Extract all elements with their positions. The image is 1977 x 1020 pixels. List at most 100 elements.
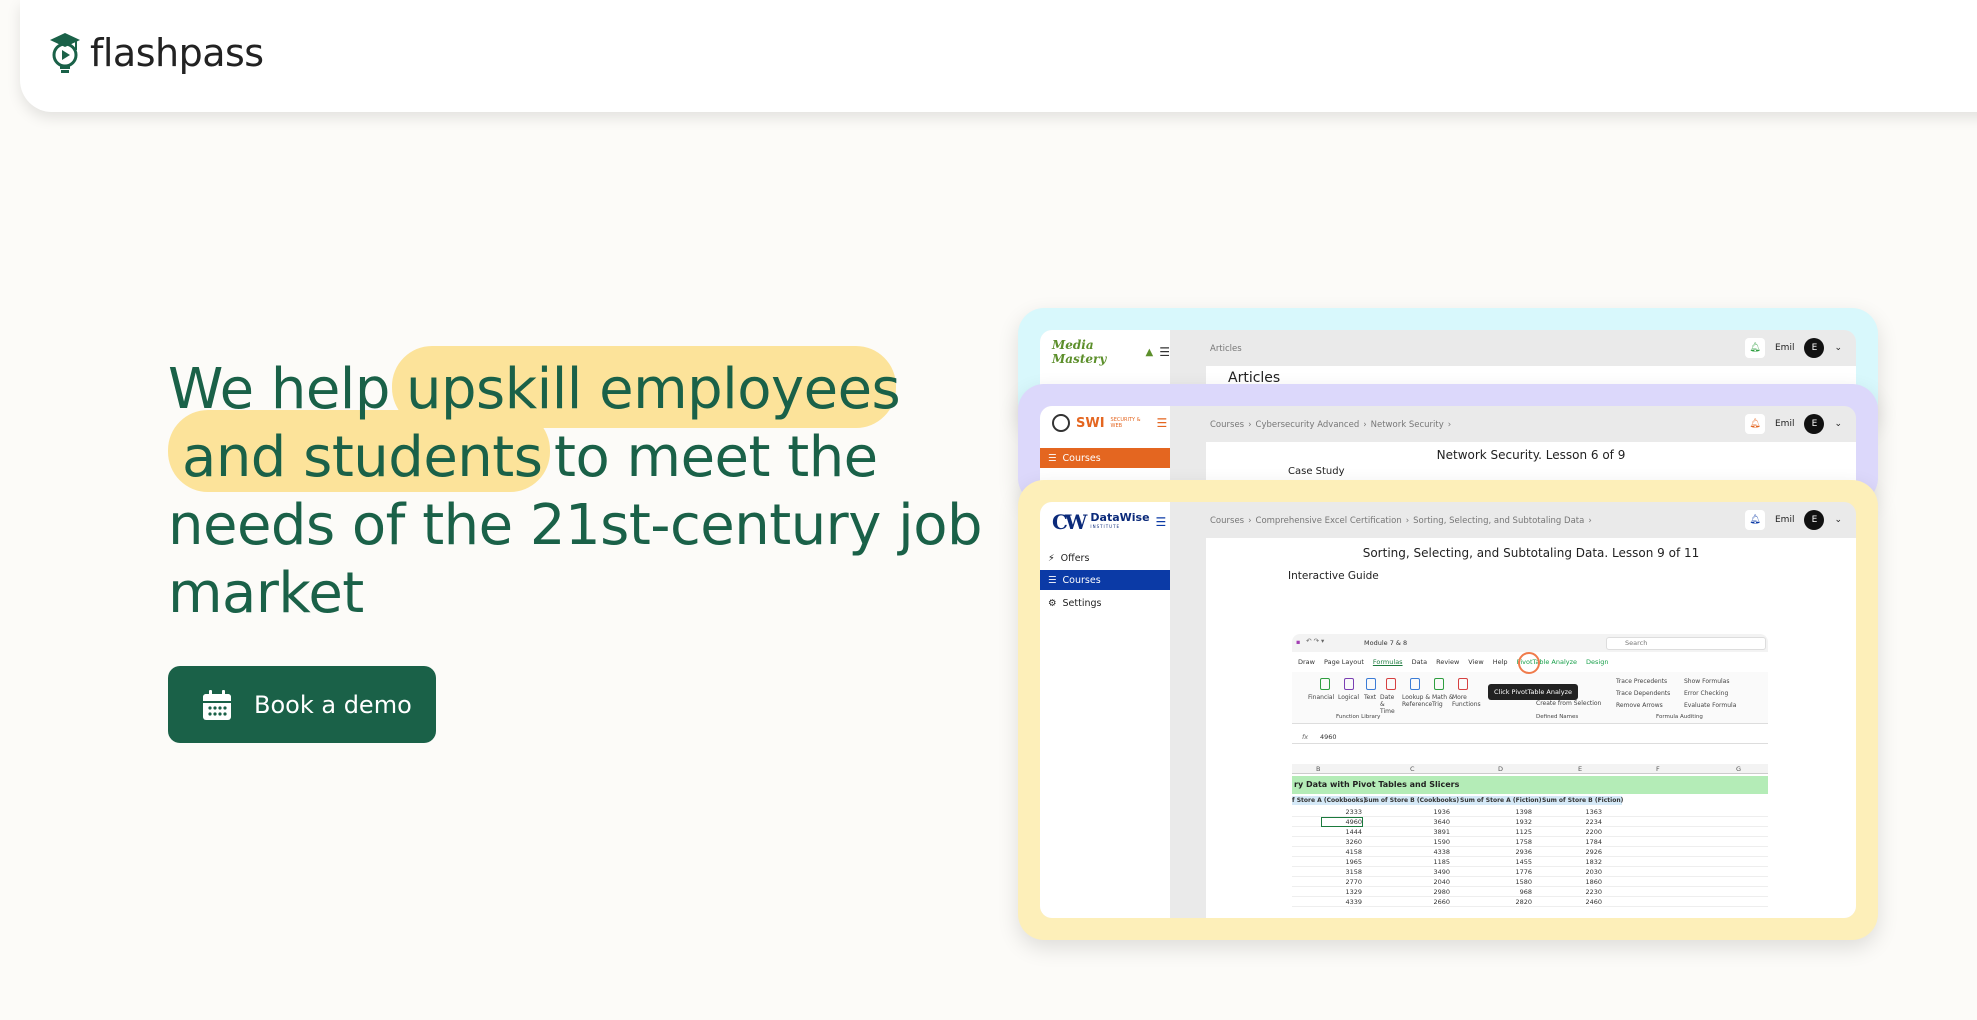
menu-icon[interactable]: ☰ xyxy=(1157,416,1168,430)
table-row: 2333 1936 1398 1363 xyxy=(1292,807,1768,817)
ribbon-tab[interactable]: Help xyxy=(1493,658,1508,666)
sidebar-item-offers[interactable]: ⚡︎ Offers xyxy=(1040,548,1170,568)
table-cell[interactable]: 3891 xyxy=(1410,828,1450,836)
table-cell[interactable]: 4158 xyxy=(1322,848,1362,856)
table-cell[interactable]: 1965 xyxy=(1322,858,1362,866)
sidebar-item-courses[interactable]: ☰ Courses xyxy=(1040,448,1170,468)
table-row: 4960 3640 1932 2234 xyxy=(1292,817,1768,827)
bell-icon[interactable]: 🔔︎ xyxy=(1744,338,1765,358)
chevron-down-icon[interactable]: ⌄ xyxy=(1834,343,1842,353)
preview-card-datawise: CW DataWise INSTITUTE ☰ ⚡︎ Offers ☰ Cour… xyxy=(1018,480,1878,940)
ribbon-tab[interactable]: Draw xyxy=(1298,658,1315,666)
book-demo-label: Book a demo xyxy=(254,690,412,719)
logical-icon xyxy=(1344,678,1354,690)
gear-icon: ⚙︎ xyxy=(1048,597,1057,609)
table-cell[interactable]: 2980 xyxy=(1410,888,1450,896)
table-cell[interactable]: 1860 xyxy=(1562,878,1602,886)
sidebar-item-courses[interactable]: ☰ Courses xyxy=(1040,570,1170,590)
table-cell[interactable]: 1580 xyxy=(1492,878,1532,886)
table-cell[interactable]: 1363 xyxy=(1562,808,1602,816)
ribbon-tab-formulas[interactable]: Formulas xyxy=(1373,658,1403,666)
table-cell[interactable]: 2230 xyxy=(1562,888,1602,896)
table-cell[interactable]: 1832 xyxy=(1562,858,1602,866)
sheet-title: ry Data with Pivot Tables and Slicers xyxy=(1292,776,1768,794)
table-cell[interactable]: 2030 xyxy=(1562,868,1602,876)
click-highlight-ring xyxy=(1518,652,1540,674)
headline-text: to meet the xyxy=(554,425,878,490)
chevron-down-icon[interactable]: ⌄ xyxy=(1834,515,1842,525)
calendar-icon xyxy=(203,689,231,720)
table-cell[interactable]: 4339 xyxy=(1322,898,1362,906)
table-cell[interactable]: 2660 xyxy=(1410,898,1450,906)
table-cell[interactable]: 1758 xyxy=(1492,838,1532,846)
table-cell[interactable]: 1784 xyxy=(1562,838,1602,846)
table-cell[interactable]: 1444 xyxy=(1322,828,1362,836)
ribbon-tab[interactable]: Page Layout xyxy=(1324,658,1364,666)
headline-text: needs of the 21st-century job xyxy=(168,493,983,558)
table-cell[interactable]: 2040 xyxy=(1410,878,1450,886)
table-cell[interactable]: 2333 xyxy=(1322,808,1362,816)
flashpass-logo[interactable]: flashpass xyxy=(46,30,264,76)
table-row: 4158 4338 2936 2926 xyxy=(1292,847,1768,857)
table-cell[interactable]: 2926 xyxy=(1562,848,1602,856)
headline-text: We help xyxy=(168,357,390,422)
sidebar: CW DataWise INSTITUTE ☰ ⚡︎ Offers ☰ Cour… xyxy=(1040,502,1170,918)
chevron-down-icon[interactable]: ⌄ xyxy=(1834,419,1842,429)
bell-icon[interactable]: 🔔︎ xyxy=(1744,414,1765,434)
ribbon-tab[interactable]: Review xyxy=(1436,658,1459,666)
menu-icon[interactable]: ☰ xyxy=(1159,345,1170,359)
ribbon-tab-design[interactable]: Design xyxy=(1586,658,1608,666)
table-cell[interactable]: 968 xyxy=(1492,888,1532,896)
search-input[interactable]: Search xyxy=(1606,637,1766,650)
avatar[interactable]: E xyxy=(1804,338,1825,358)
table-cell[interactable]: 2820 xyxy=(1492,898,1532,906)
table-row: 3260 1590 1758 1784 xyxy=(1292,837,1768,847)
table-cell[interactable]: 2234 xyxy=(1562,818,1602,826)
table-cell[interactable]: 1185 xyxy=(1410,858,1450,866)
lesson-title: Network Security. Lesson 6 of 9 xyxy=(1436,448,1626,462)
table-cell[interactable]: 1329 xyxy=(1322,888,1362,896)
fx-icon: fx xyxy=(1302,733,1309,741)
table-cell[interactable]: 1125 xyxy=(1492,828,1532,836)
guide-tooltip: Click PivotTable Analyze xyxy=(1488,684,1578,700)
table-cell[interactable]: 3490 xyxy=(1410,868,1450,876)
date-time-icon xyxy=(1386,678,1396,690)
avatar[interactable]: E xyxy=(1804,414,1825,434)
table-cell[interactable]: 1936 xyxy=(1410,808,1450,816)
table-cell[interactable]: 1776 xyxy=(1492,868,1532,876)
bell-icon[interactable]: 🔔︎ xyxy=(1744,510,1765,530)
table-cell[interactable]: 3158 xyxy=(1322,868,1362,876)
table-cell[interactable]: 4338 xyxy=(1410,848,1450,856)
table-header: f Store A (Cookbooks) Sum of Store B (Co… xyxy=(1292,796,1624,805)
ribbon-tabs: Draw Page Layout Formulas Data Review Vi… xyxy=(1298,658,1608,666)
table-cell[interactable]: 1590 xyxy=(1410,838,1450,846)
table-cell[interactable]: 2770 xyxy=(1322,878,1362,886)
swi-emblem-icon xyxy=(1052,414,1070,432)
table-cell[interactable]: 2936 xyxy=(1492,848,1532,856)
sidebar-item-settings[interactable]: ⚙︎ Settings xyxy=(1040,593,1170,613)
table-cell[interactable]: 3260 xyxy=(1322,838,1362,846)
table-cell[interactable]: 2200 xyxy=(1562,828,1602,836)
table-cell[interactable]: 1932 xyxy=(1492,818,1532,826)
table-cell[interactable]: 4960 xyxy=(1321,817,1363,827)
list-icon: ☰ xyxy=(1048,452,1057,464)
section-label: Case Study xyxy=(1288,466,1345,477)
book-demo-button[interactable]: Book a demo xyxy=(168,666,436,743)
table-cell[interactable]: 2460 xyxy=(1562,898,1602,906)
ribbon-tab[interactable]: View xyxy=(1468,658,1483,666)
more-functions-icon xyxy=(1458,678,1468,690)
excel-titlebar: ▪ ↶ ↷ ▾ Module 7 & 8 Search xyxy=(1292,634,1768,652)
breadcrumb: Courses › Comprehensive Excel Certificatio… xyxy=(1210,516,1592,526)
menu-icon[interactable]: ☰ xyxy=(1156,515,1167,529)
content-panel: Sorting, Selecting, and Subtotaling Data… xyxy=(1206,538,1856,918)
table-cell[interactable]: 1398 xyxy=(1492,808,1532,816)
avatar[interactable]: E xyxy=(1804,510,1825,530)
table-cell[interactable]: 1455 xyxy=(1492,858,1532,866)
table-row: 1329 2980 968 2230 xyxy=(1292,887,1768,897)
app-icon: ▪ xyxy=(1296,638,1301,646)
datawise-logo: CW DataWise INSTITUTE ☰ xyxy=(1052,510,1167,534)
table-cell[interactable]: 3640 xyxy=(1410,818,1450,826)
interactive-guide-screenshot[interactable]: ▪ ↶ ↷ ▾ Module 7 & 8 Search Draw Page La… xyxy=(1292,634,1768,914)
swi-logo: SWI SECURITY & WEB ☰ xyxy=(1052,414,1167,432)
ribbon-tab[interactable]: Data xyxy=(1412,658,1428,666)
